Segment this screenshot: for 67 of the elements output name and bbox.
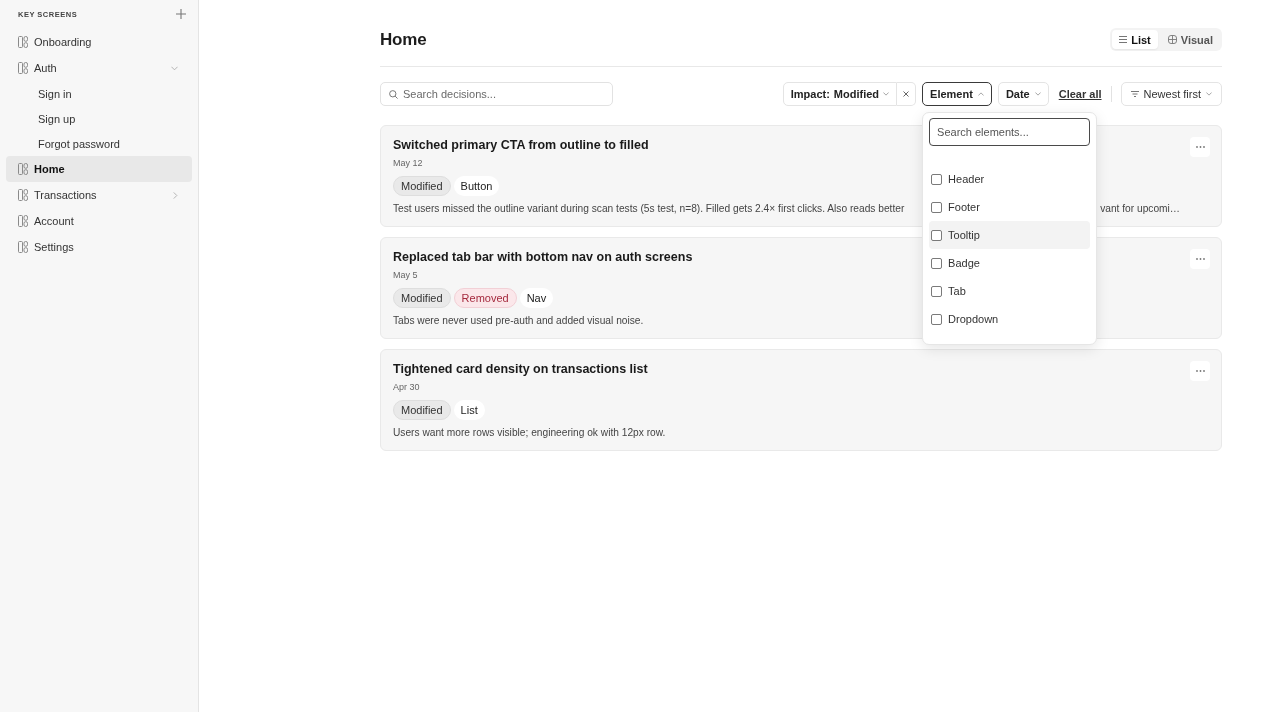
checkbox[interactable] <box>931 285 943 297</box>
menu-option[interactable]: Dropdown <box>929 305 1091 333</box>
filter-icon <box>1130 91 1139 97</box>
clear-all-link[interactable]: Clear all <box>1058 88 1102 100</box>
layout-icon <box>18 62 28 74</box>
menu-option[interactable]: Header <box>929 165 1091 193</box>
plus-icon <box>176 9 186 19</box>
card-title: Replaced tab bar with bottom nav on auth screens <box>393 249 693 265</box>
sort-button[interactable]: Newest first <box>1120 82 1222 106</box>
filter-button[interactable]: Element <box>922 82 992 106</box>
card-date: May 12 <box>393 157 423 169</box>
sidebar-item[interactable]: Auth <box>6 55 192 81</box>
checkbox[interactable] <box>931 173 943 185</box>
sidebar-subitem[interactable]: Forgot password <box>6 131 192 156</box>
card-title: Switched primary CTA from outline to filled <box>393 137 649 153</box>
layout-icon <box>18 189 28 201</box>
checkbox[interactable] <box>931 229 943 241</box>
checkbox[interactable] <box>931 313 943 325</box>
grid-icon <box>1167 35 1177 44</box>
caret-down-icon <box>1206 92 1212 96</box>
impact-tag: Modified <box>393 288 451 308</box>
caret-up-icon <box>977 92 984 96</box>
card-description: Tabs were never used pre-auth and added visual noise. <box>393 315 644 327</box>
element-tag: List <box>453 400 485 420</box>
search-field[interactable]: Search elements... <box>929 118 1091 146</box>
sidebar-item[interactable]: Onboarding <box>6 29 192 55</box>
card-title: Tightened card density on transactions list <box>393 361 648 377</box>
layout-icon <box>18 215 28 227</box>
impact-tag: Modified <box>393 400 451 420</box>
element-tag: Button <box>453 176 500 196</box>
caret-down-icon <box>1034 92 1041 96</box>
view-tab[interactable]: Visual <box>1160 30 1220 49</box>
add-button[interactable] <box>176 9 186 19</box>
card-description: Users want more rows visible; engineering ok with 12px row. <box>393 427 666 439</box>
sidebar-subitem[interactable]: Sign up <box>6 106 192 131</box>
search-icon <box>389 89 398 99</box>
sidebar-item[interactable]: Account <box>6 208 192 234</box>
sidebar-item[interactable]: Home <box>6 156 192 182</box>
filter-button[interactable]: Date <box>997 82 1049 106</box>
caret-down-icon <box>883 92 890 96</box>
impact-tag: Modified <box>393 176 451 196</box>
element-tag: Nav <box>519 288 554 308</box>
menu-option[interactable]: Tab <box>929 277 1091 305</box>
more-button[interactable] <box>1190 137 1210 157</box>
page-title: Home <box>380 29 427 50</box>
menu-option[interactable]: Tooltip <box>929 221 1091 249</box>
card-date: Apr 30 <box>393 381 420 393</box>
view-tab[interactable]: List <box>1112 30 1158 49</box>
card-date: May 5 <box>393 269 418 281</box>
list-icon <box>1119 36 1128 43</box>
menu-option[interactable]: Footer <box>929 193 1091 221</box>
sidebar-subitem[interactable]: Sign in <box>6 81 192 106</box>
sidebar-item[interactable]: Transactions <box>6 182 192 208</box>
card-description: Test users missed the outline variant during scan tests (5s test, n=8). Filled gets 2.4× first clicks. Also reads better <box>393 203 905 215</box>
filter-button[interactable]: Impact: Modified <box>782 82 898 106</box>
layout-icon <box>18 163 28 175</box>
layout-icon <box>18 36 28 48</box>
checkbox[interactable] <box>931 201 943 213</box>
close-icon <box>903 91 910 97</box>
sidebar-item[interactable]: Settings <box>6 234 192 260</box>
layout-icon <box>18 241 28 253</box>
more-button[interactable] <box>1190 361 1210 381</box>
menu-option[interactable]: Badge <box>929 249 1091 277</box>
more-button[interactable] <box>1190 249 1210 269</box>
checkbox[interactable] <box>931 257 943 269</box>
card-description: vant for upcomi… <box>1100 203 1180 215</box>
impact-tag: Removed <box>453 288 517 308</box>
